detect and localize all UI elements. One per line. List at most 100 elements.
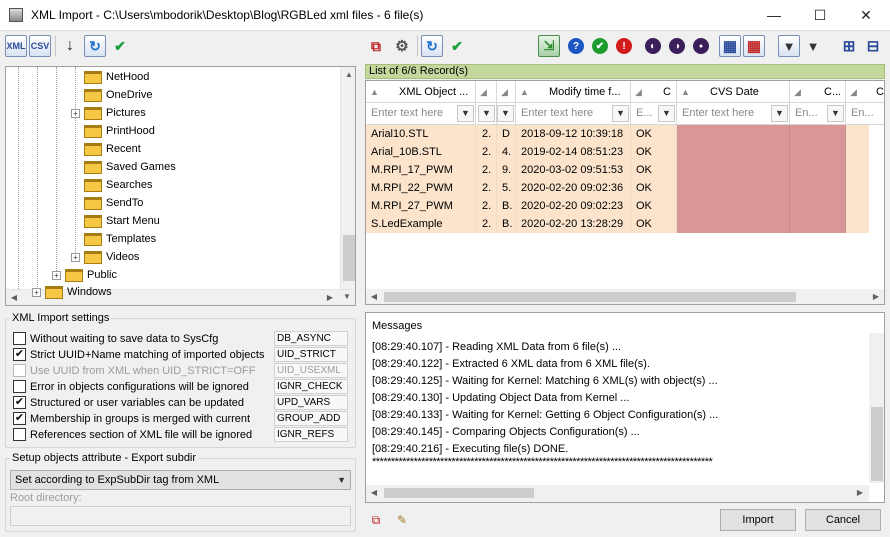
arrow-down-icon[interactable]: ↓: [59, 35, 81, 57]
option-db-async[interactable]: Without waiting to save data to SysCfg: [13, 331, 218, 346]
filter-cell[interactable]: E... ▼: [631, 103, 677, 125]
filter-cell[interactable]: ▼: [476, 103, 497, 125]
filter-icon[interactable]: ▼: [771, 105, 788, 122]
messages-vertical-scrollbar[interactable]: [869, 333, 884, 483]
table-row[interactable]: Arial10.STL 2. D 2018-09-12 10:39:18 OK: [366, 125, 869, 143]
checkmark-icon[interactable]: ✔: [109, 35, 131, 57]
scroll-thumb[interactable]: [343, 235, 355, 281]
filter-icon[interactable]: ▼: [658, 105, 675, 122]
tree-item[interactable]: Windows: [45, 283, 112, 301]
table-row[interactable]: M.RPI_17_PWM 2. 9. 2020-03-02 09:51:53 O…: [366, 161, 869, 179]
tree-vertical-scrollbar[interactable]: ▲: [340, 67, 355, 289]
copy-icon[interactable]: ⧉: [365, 35, 387, 57]
refresh-icon[interactable]: ↻: [421, 35, 443, 57]
option-ignr-refs[interactable]: References section of XML file will be i…: [13, 427, 252, 442]
filter-icon[interactable]: ▼: [778, 35, 800, 57]
tree-item[interactable]: Videos: [84, 248, 139, 266]
filter-input[interactable]: Enter text here: [371, 107, 443, 119]
checkmark-icon[interactable]: ✔: [446, 35, 468, 57]
xml-icon[interactable]: XML: [5, 35, 27, 57]
checkbox[interactable]: [13, 428, 26, 441]
records-grid[interactable]: ▲ XML Object ... ◢ ◢ ▲ Modify time f... ◢ C…: [365, 80, 885, 305]
table-row[interactable]: M.RPI_22_PWM 2. 5. 2020-02-20 09:02:36 O…: [366, 179, 869, 197]
column-header-c3[interactable]: ◢ C: [846, 81, 884, 103]
half-white-icon[interactable]: ◑: [666, 35, 688, 57]
close-button[interactable]: ✕: [843, 0, 889, 31]
scroll-thumb[interactable]: [384, 292, 796, 302]
expand-icon[interactable]: +: [71, 253, 80, 262]
scroll-down-icon[interactable]: ▼: [339, 289, 355, 305]
column-header[interactable]: ◢: [497, 81, 516, 103]
import-button[interactable]: Import: [720, 509, 796, 531]
filter-input[interactable]: En...: [795, 107, 818, 119]
messages-horizontal-scrollbar[interactable]: ◀ ▶: [366, 485, 869, 502]
column-header-c2[interactable]: ◢ C...: [790, 81, 846, 103]
filter-cell[interactable]: Enter text here ▼: [516, 103, 631, 125]
filter-cell[interactable]: En...: [846, 103, 884, 125]
cancel-button[interactable]: Cancel: [805, 509, 881, 531]
scroll-up-icon[interactable]: ▲: [341, 67, 355, 83]
filter-input[interactable]: Enter text here: [521, 107, 593, 119]
tree-item[interactable]: Saved Games: [84, 158, 176, 176]
expand-all-icon[interactable]: ⊞: [838, 35, 860, 57]
folder-tree[interactable]: NetHood OneDrive + Pictures PrintHood Re…: [5, 66, 356, 306]
export-subdir-select[interactable]: Set according to ExpSubDir tag from XML ▼: [10, 470, 351, 490]
scroll-left-icon[interactable]: ◀: [6, 290, 22, 305]
scroll-thumb[interactable]: [384, 488, 534, 498]
table-row[interactable]: Arial_10B.STL 2. 4. 2019-02-14 08:51:23 …: [366, 143, 869, 161]
filter-add-icon[interactable]: ▼: [802, 35, 824, 57]
checkbox[interactable]: [13, 380, 26, 393]
expand-icon[interactable]: +: [71, 109, 80, 118]
copy-messages-button[interactable]: ⧉: [365, 509, 387, 531]
tree-item[interactable]: Searches: [84, 176, 152, 194]
refresh-icon[interactable]: ↻: [84, 35, 106, 57]
export-icon[interactable]: ⇲: [538, 35, 560, 57]
scroll-left-icon[interactable]: ◀: [366, 485, 382, 501]
table-row[interactable]: M.RPI_27_PWM 2. B. 2020-02-20 09:02:23 O…: [366, 197, 869, 215]
expand-icon[interactable]: +: [32, 288, 41, 297]
messages-panel[interactable]: Messages [08:29:40.107] - Reading XML Da…: [365, 312, 885, 503]
filter-icon[interactable]: ▼: [478, 105, 495, 122]
option-uid-strict[interactable]: ✔ Strict UUID+Name matching of imported o…: [13, 347, 264, 362]
column-header-modify-time[interactable]: ▲ Modify time f...: [516, 81, 631, 103]
option-ignr-check[interactable]: Error in objects configurations will be …: [13, 379, 249, 394]
error-circle-icon[interactable]: !: [613, 35, 635, 57]
filter-input[interactable]: En...: [851, 107, 874, 119]
tree-item[interactable]: PrintHood: [84, 122, 155, 140]
column-header-c[interactable]: ◢ C: [631, 81, 677, 103]
table-row[interactable]: S.LedExample 2. B. 2020-02-20 13:28:29 O…: [366, 215, 869, 233]
column-header-xml-object[interactable]: ▲ XML Object ...: [366, 81, 476, 103]
tree-item[interactable]: NetHood: [84, 68, 149, 86]
scroll-right-icon[interactable]: ▶: [852, 485, 868, 501]
tree-item[interactable]: Public: [65, 266, 117, 284]
grid-blue-icon[interactable]: ▦: [719, 35, 741, 57]
dot-black-icon[interactable]: ●: [690, 35, 712, 57]
scroll-left-icon[interactable]: ◀: [366, 289, 382, 304]
maximize-button[interactable]: ☐: [797, 0, 843, 31]
filter-cell[interactable]: Enter text here ▼: [677, 103, 790, 125]
checkbox[interactable]: ✔: [13, 412, 26, 425]
help-icon[interactable]: ?: [565, 35, 587, 57]
grid-horizontal-scrollbar[interactable]: ◀ ▶: [366, 289, 884, 304]
option-upd-vars[interactable]: ✔ Structured or user variables can be upd…: [13, 395, 244, 410]
filter-input[interactable]: Enter text here: [682, 107, 754, 119]
checkbox[interactable]: [13, 332, 26, 345]
filter-icon[interactable]: ▼: [457, 105, 474, 122]
column-header[interactable]: ◢: [476, 81, 497, 103]
tree-item[interactable]: Recent: [84, 140, 141, 158]
collapse-all-icon[interactable]: ⊟: [862, 35, 884, 57]
gear-icon[interactable]: ⚙: [391, 35, 413, 57]
half-black-icon[interactable]: ◐: [642, 35, 664, 57]
option-group-add[interactable]: ✔ Membership in groups is merged with cur…: [13, 411, 250, 426]
filter-input[interactable]: E...: [636, 107, 653, 119]
scroll-right-icon[interactable]: ▶: [322, 290, 338, 305]
scroll-thumb[interactable]: [871, 407, 883, 481]
expand-icon[interactable]: +: [52, 271, 61, 280]
filter-icon[interactable]: ▼: [827, 105, 844, 122]
filter-cell[interactable]: ▼: [497, 103, 516, 125]
column-header-cvs-date[interactable]: ▲ CVS Date: [677, 81, 790, 103]
filter-cell[interactable]: Enter text here ▼: [366, 103, 476, 125]
tree-item[interactable]: OneDrive: [84, 86, 152, 104]
grid-red-icon[interactable]: ▦: [743, 35, 765, 57]
minimize-button[interactable]: —: [751, 0, 797, 31]
